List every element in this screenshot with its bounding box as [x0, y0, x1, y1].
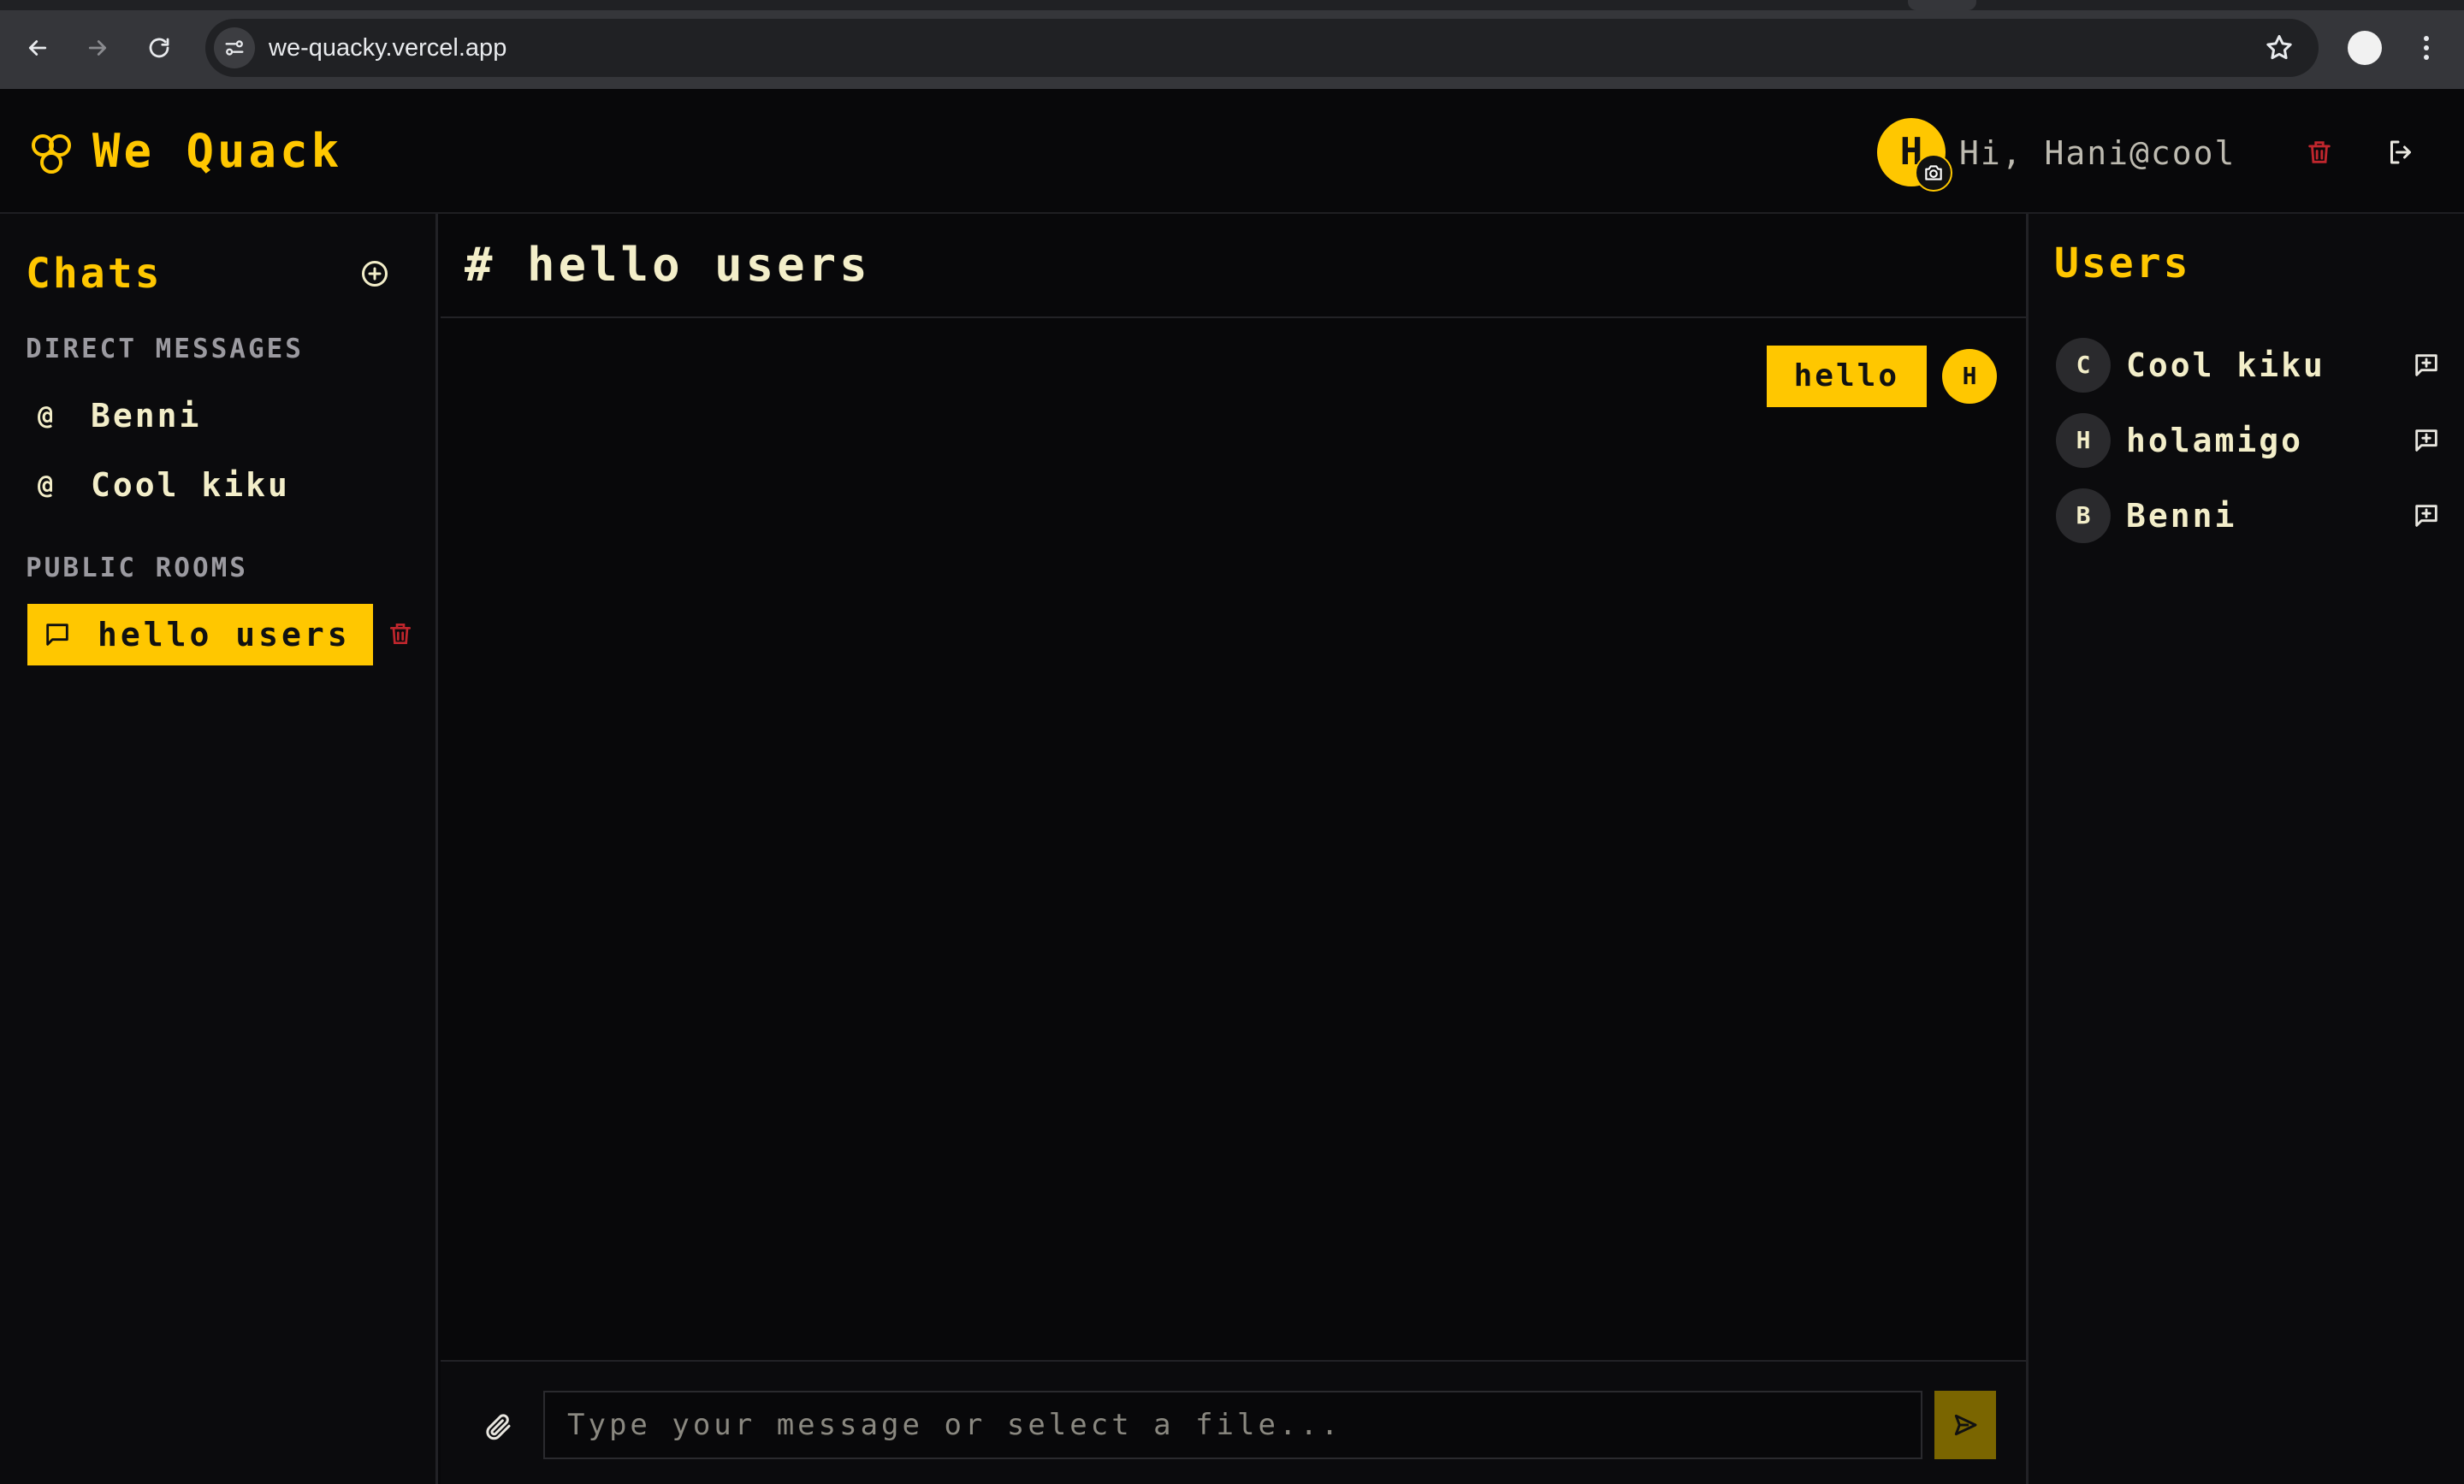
user-row-benni[interactable]: B Benni: [2056, 486, 2441, 546]
back-button[interactable]: [21, 31, 55, 65]
user-avatar: C: [2056, 338, 2111, 393]
user-greeting: Hi, Hani@cool: [1959, 134, 2236, 172]
user-avatar: B: [2056, 488, 2111, 543]
user-avatar: H: [2056, 413, 2111, 468]
direct-messages-label: DIRECT MESSAGES: [26, 334, 304, 364]
send-button[interactable]: [1934, 1391, 1996, 1459]
forward-button[interactable]: [80, 31, 115, 65]
sidebar-title: Chats: [26, 250, 163, 298]
kebab-dot: [2424, 45, 2429, 50]
dm-item-benni[interactable]: @ Benni: [26, 386, 402, 446]
paperclip-icon[interactable]: [483, 1411, 514, 1442]
chats-sidebar: Chats DIRECT MESSAGES @ Benni @ Cool kik…: [0, 214, 438, 1484]
message-plus-icon[interactable]: [2412, 501, 2441, 530]
message-row: hello H: [1766, 346, 1997, 407]
arrow-left-icon: [28, 40, 47, 56]
app-header: We Quack H Hi, Hani@cool: [0, 89, 2464, 214]
kebab-icon: [2424, 36, 2429, 41]
brand-name[interactable]: We Quack: [92, 120, 342, 183]
send-icon: [1954, 1414, 1977, 1436]
tab-strip: [0, 0, 2464, 10]
arrow-right-icon: [88, 40, 107, 56]
tune-icon: [225, 40, 244, 56]
chat-panel: # hello users hello H: [441, 214, 2026, 1484]
trash-icon[interactable]: [387, 619, 414, 648]
user-name: holamigo: [2126, 422, 2304, 459]
message-composer: [441, 1360, 2026, 1484]
camera-icon: [1925, 165, 1942, 180]
trash-icon[interactable]: [2305, 137, 2334, 168]
reload-icon: [149, 38, 169, 58]
reload-button[interactable]: [142, 31, 176, 65]
dm-item-label: Benni: [91, 397, 202, 435]
dm-item-label: Cool kiku: [91, 466, 290, 504]
dm-item-cool-kiku[interactable]: @ Cool kiku: [26, 455, 402, 515]
user-name: Cool kiku: [2126, 346, 2325, 384]
kebab-dot: [2424, 55, 2429, 60]
user-row-holamigo[interactable]: H holamigo: [2056, 411, 2441, 470]
room-title: # hello users: [465, 238, 871, 292]
message-plus-icon[interactable]: [2412, 426, 2441, 455]
message-avatar: H: [1942, 349, 1997, 404]
trefoil-logo-icon: [32, 134, 71, 174]
browser-tab[interactable]: [1908, 0, 1976, 10]
chat-header: # hello users: [441, 214, 2026, 318]
users-panel: Users C Cool kiku H holamigo B Benni: [2026, 214, 2464, 1484]
url-text: we-quacky.vercel.app: [269, 34, 507, 62]
at-sign-icon: @: [38, 400, 54, 431]
user-name: Benni: [2126, 497, 2237, 535]
message-input[interactable]: [543, 1391, 1922, 1459]
browser-menu-button[interactable]: [2411, 33, 2442, 63]
address-bar[interactable]: we-quacky.vercel.app: [205, 19, 2319, 77]
bookmark-button[interactable]: [2264, 33, 2295, 63]
browser-chrome: we-quacky.vercel.app: [0, 0, 2464, 89]
browser-profile-avatar[interactable]: [2348, 31, 2382, 65]
message-plus-icon[interactable]: [2412, 351, 2441, 380]
room-item-hello-users[interactable]: hello users: [27, 604, 373, 665]
message-bubble: hello: [1766, 346, 1927, 407]
star-icon: [2266, 35, 2292, 60]
message-square-icon: [46, 624, 68, 646]
logout-icon[interactable]: [2385, 137, 2416, 168]
plus-circle-icon[interactable]: [359, 258, 390, 289]
site-settings-button[interactable]: [214, 27, 255, 68]
users-title: Users: [2054, 239, 2191, 287]
room-item-label: hello users: [98, 616, 351, 653]
at-sign-icon: @: [38, 470, 54, 500]
public-rooms-label: PUBLIC ROOMS: [26, 553, 248, 583]
change-avatar-button[interactable]: [1915, 154, 1952, 192]
user-row-cool-kiku[interactable]: C Cool kiku: [2056, 335, 2441, 395]
